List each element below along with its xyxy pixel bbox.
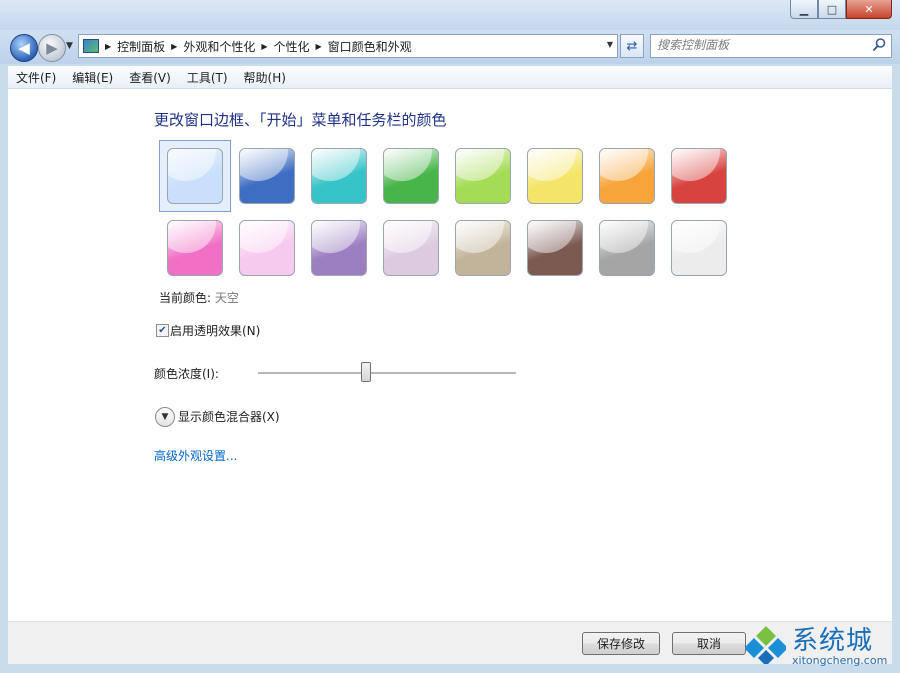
watermark-title: 系统城 [792, 626, 874, 656]
color-swatch-violet[interactable] [311, 220, 367, 276]
breadcrumb-separator-icon[interactable]: ▶ [105, 42, 111, 51]
menu-tools[interactable]: 工具(T) [179, 69, 236, 86]
color-mixer-expand-button[interactable]: ▼ [155, 407, 175, 427]
cancel-button[interactable]: 取消 [672, 632, 746, 655]
chevron-down-icon: ▼ [161, 412, 169, 422]
close-button[interactable]: ✕ [846, 0, 892, 19]
transparency-checkbox[interactable]: ✔ [156, 324, 169, 337]
transparency-label[interactable]: 启用透明效果(N) [170, 322, 260, 339]
breadcrumb-control-panel[interactable]: 控制面板 [117, 38, 165, 55]
breadcrumb-personalization[interactable]: 个性化 [274, 38, 310, 55]
color-swatch-lavender[interactable] [383, 220, 439, 276]
watermark-subtitle: xitongcheng.com [792, 654, 888, 667]
search-icon[interactable] [871, 37, 887, 53]
menu-bar: 文件(F) 编辑(E) 查看(V) 工具(T) 帮助(H) [8, 66, 892, 89]
color-swatch-chocolate[interactable] [527, 220, 583, 276]
color-swatch-lemon[interactable] [527, 148, 583, 204]
title-bar: ▁ □ ✕ [0, 0, 900, 30]
back-button[interactable]: ◀ [10, 34, 38, 62]
menu-help[interactable]: 帮助(H) [236, 69, 294, 86]
caption-buttons: ▁ □ ✕ [790, 0, 892, 19]
current-color-caption: 当前颜色: [159, 291, 212, 305]
menu-file[interactable]: 文件(F) [8, 69, 64, 86]
current-color-label: 当前颜色: 天空 [159, 289, 239, 306]
save-changes-button[interactable]: 保存修改 [582, 632, 660, 655]
color-swatch-frost[interactable] [671, 220, 727, 276]
color-swatch-blush[interactable] [239, 220, 295, 276]
content-pane: 更改窗口边框、「开始」菜单和任务栏的颜色 当前颜色: 天空 ✔ 启用透明效果(N… [8, 89, 892, 621]
recent-pages-dropdown-icon[interactable]: ▼ [66, 41, 73, 51]
intensity-slider-thumb[interactable] [361, 362, 372, 382]
refresh-button[interactable]: ⇄ [620, 34, 644, 58]
search-input[interactable] [651, 35, 873, 55]
watermark: 系统城 xitongcheng.com [746, 618, 900, 673]
watermark-logo-icon [746, 626, 786, 664]
color-swatch-sea[interactable] [311, 148, 367, 204]
intensity-slider-track[interactable] [258, 372, 516, 375]
menu-view[interactable]: 查看(V) [121, 69, 179, 86]
color-mixer-label[interactable]: 显示颜色混合器(X) [178, 408, 280, 425]
address-dropdown-icon[interactable]: ▼ [607, 40, 613, 49]
forward-arrow-icon: ▶ [46, 39, 58, 57]
color-swatch-twilight[interactable] [239, 148, 295, 204]
breadcrumb-appearance[interactable]: 外观和个性化 [183, 38, 255, 55]
maximize-button[interactable]: □ [818, 0, 846, 19]
control-panel-icon [83, 39, 99, 53]
back-arrow-icon: ◀ [18, 39, 30, 57]
color-swatch-pumpkin[interactable] [599, 148, 655, 204]
intensity-label: 颜色浓度(I): [154, 367, 219, 381]
color-swatch-sky[interactable] [167, 148, 223, 204]
breadcrumb-separator-icon[interactable]: ▶ [171, 42, 177, 51]
refresh-icon: ⇄ [626, 38, 638, 54]
color-swatch-leaf[interactable] [383, 148, 439, 204]
search-box [650, 34, 892, 58]
navigation-bar: ◀ ▶ ▼ ▶ 控制面板 ▶ 外观和个性化 ▶ 个性化 ▶ 窗口颜色和外观 ▼ … [0, 30, 900, 64]
address-bar[interactable]: ▶ 控制面板 ▶ 外观和个性化 ▶ 个性化 ▶ 窗口颜色和外观 ▼ [78, 34, 618, 58]
current-color-value: 天空 [214, 291, 239, 305]
minimize-button[interactable]: ▁ [790, 0, 818, 19]
breadcrumb-separator-icon[interactable]: ▶ [261, 42, 267, 51]
advanced-appearance-link[interactable]: 高级外观设置... [154, 447, 237, 464]
breadcrumb-separator-icon[interactable]: ▶ [316, 42, 322, 51]
forward-button[interactable]: ▶ [38, 34, 66, 62]
color-swatch-taupe[interactable] [455, 220, 511, 276]
breadcrumb-window-color[interactable]: 窗口颜色和外观 [328, 38, 412, 55]
color-swatch-fuchsia[interactable] [167, 220, 223, 276]
page-title: 更改窗口边框、「开始」菜单和任务栏的颜色 [154, 111, 447, 129]
color-swatch-slate[interactable] [599, 220, 655, 276]
menu-edit[interactable]: 编辑(E) [64, 69, 121, 86]
color-swatch-ruby[interactable] [671, 148, 727, 204]
color-swatch-lime[interactable] [455, 148, 511, 204]
